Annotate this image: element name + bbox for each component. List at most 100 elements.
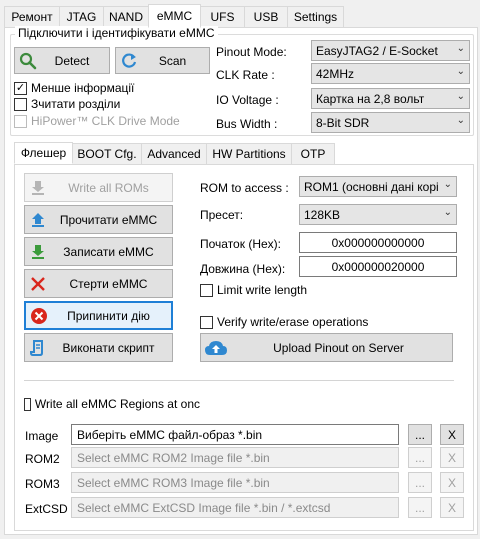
clk-select[interactable]: 42MHz ⌄ xyxy=(311,63,470,84)
rom3-browse-button[interactable]: ... xyxy=(408,472,432,493)
download-icon xyxy=(25,180,51,196)
pinout-value: EasyJTAG2 / E-Socket xyxy=(316,43,438,58)
rom-access-select[interactable]: ROM1 (основні дані корі ⌄ xyxy=(299,176,457,197)
length-input[interactable]: 0x000000020000 xyxy=(299,256,457,277)
extcsd-clear-button[interactable]: X xyxy=(440,497,464,518)
verify-label: Verify write/erase operations xyxy=(217,315,369,329)
tab-hw-partitions[interactable]: HW Partitions xyxy=(206,143,292,165)
rom-access-value: ROM1 (основні дані корі xyxy=(304,179,439,194)
scan-button[interactable]: Scan xyxy=(115,47,210,74)
cloud-upload-icon xyxy=(201,339,231,357)
upload-icon xyxy=(25,212,51,228)
tab-boot-cfg[interactable]: BOOT Cfg. xyxy=(72,143,142,165)
rom2-placeholder: Select eMMC ROM2 Image file *.bin xyxy=(77,450,270,465)
run-script-label: Виконати скрипт xyxy=(62,340,155,355)
rom2-clear-button[interactable]: X xyxy=(440,447,464,468)
tab-settings[interactable]: Settings xyxy=(287,6,344,28)
write-all-roms-button[interactable]: Write all ROMs xyxy=(24,173,173,202)
tab-label: Ремонт xyxy=(11,10,53,24)
extcsd-browse-button[interactable]: ... xyxy=(408,497,432,518)
download-icon xyxy=(25,244,51,260)
clk-label: CLK Rate : xyxy=(216,68,275,82)
extcsd-label: ExtCSD xyxy=(25,502,68,516)
tab-label: BOOT Cfg. xyxy=(77,147,137,161)
tab-label: JTAG xyxy=(66,10,97,24)
tab-label: Advanced xyxy=(147,147,201,161)
browse-label: ... xyxy=(414,427,425,442)
io-voltage-label: IO Voltage : xyxy=(216,93,279,107)
run-script-button[interactable]: Виконати скрипт xyxy=(24,333,173,362)
rom3-placeholder: Select eMMC ROM3 Image file *.bin xyxy=(77,475,270,490)
preset-label: Пресет: xyxy=(200,208,244,222)
chevron-down-icon: ⌄ xyxy=(456,91,465,102)
chevron-down-icon: ⌄ xyxy=(456,66,465,77)
tab-usb[interactable]: USB xyxy=(244,6,288,28)
tab-repair[interactable]: Ремонт xyxy=(4,6,60,28)
clear-label: X xyxy=(447,500,456,515)
rom3-path-input[interactable]: Select eMMC ROM3 Image file *.bin xyxy=(71,472,399,493)
hipower-label: HiPower™ CLK Drive Mode xyxy=(31,114,180,128)
preset-select[interactable]: 128KB ⌄ xyxy=(299,204,457,225)
length-label: Довжина (Hex): xyxy=(200,262,286,276)
verify-checkbox[interactable]: Verify write/erase operations xyxy=(200,315,368,329)
io-voltage-select[interactable]: Картка на 2,8 вольт ⌄ xyxy=(311,88,470,109)
limit-write-label: Limit write length xyxy=(217,283,308,297)
tab-label: UFS xyxy=(210,10,235,24)
check-icon: ✓ xyxy=(14,81,27,95)
rom-access-label: ROM to access : xyxy=(200,181,289,195)
image-browse-button[interactable]: ... xyxy=(408,424,432,445)
bus-width-value: 8-Bit SDR xyxy=(316,115,370,130)
erase-emmc-label: Стерти eMMC xyxy=(69,276,148,291)
hipower-checkbox[interactable]: HiPower™ CLK Drive Mode xyxy=(14,114,180,128)
image-path-value: Виберіть eMMC файл-образ *.bin xyxy=(77,427,263,442)
checkbox-box xyxy=(24,397,31,411)
image-path-input[interactable]: Виберіть eMMC файл-образ *.bin xyxy=(71,424,399,445)
stop-action-label: Припинити дію xyxy=(67,308,150,323)
limit-write-checkbox[interactable]: Limit write length xyxy=(200,283,307,297)
tab-ufs[interactable]: UFS xyxy=(200,6,245,28)
checkbox-box xyxy=(14,97,27,111)
tab-emmc[interactable]: eMMC xyxy=(148,4,201,28)
rom2-browse-button[interactable]: ... xyxy=(408,447,432,468)
tab-nand[interactable]: NAND xyxy=(103,6,149,28)
extcsd-placeholder: Select eMMC ExtCSD Image file *.bin / *.… xyxy=(77,500,331,515)
connect-group-title: Підключити і ідентифікувати eMMC xyxy=(15,26,218,40)
tab-label: USB xyxy=(253,10,279,24)
write-all-regions-checkbox[interactable]: Write all eMMC Regions at onc xyxy=(24,397,200,411)
write-emmc-label: Записати eMMC xyxy=(63,244,154,259)
erase-emmc-button[interactable]: Стерти eMMC xyxy=(24,269,173,298)
read-partitions-checkbox[interactable]: Зчитати розділи xyxy=(14,97,120,111)
write-emmc-button[interactable]: Записати eMMC xyxy=(24,237,173,266)
start-label: Початок (Hex): xyxy=(200,237,281,251)
tab-label: eMMC xyxy=(156,9,193,23)
start-value: 0x000000000000 xyxy=(331,235,425,250)
bus-width-label: Bus Width : xyxy=(216,117,278,131)
rom2-label: ROM2 xyxy=(25,452,60,466)
clear-label: X xyxy=(447,450,456,465)
rom2-path-input[interactable]: Select eMMC ROM2 Image file *.bin xyxy=(71,447,399,468)
tab-label: Флешер xyxy=(20,146,67,160)
tab-otp[interactable]: OTP xyxy=(291,143,335,165)
tab-label: NAND xyxy=(108,10,143,24)
clear-label: X xyxy=(447,475,456,490)
pinout-select[interactable]: EasyJTAG2 / E-Socket ⌄ xyxy=(311,40,470,61)
write-all-roms-label: Write all ROMs xyxy=(68,180,149,195)
image-clear-button[interactable]: X xyxy=(440,424,464,445)
less-info-checkbox[interactable]: ✓ Менше інформації xyxy=(14,81,134,95)
tab-flasher[interactable]: Флешер xyxy=(14,142,73,164)
rom3-clear-button[interactable]: X xyxy=(440,472,464,493)
clear-label: X xyxy=(447,427,456,442)
tab-advanced[interactable]: Advanced xyxy=(141,143,207,165)
script-icon xyxy=(25,339,51,357)
stop-action-button[interactable]: Припинити дію xyxy=(24,301,173,330)
detect-button[interactable]: Detect xyxy=(14,47,110,74)
upload-pinout-button[interactable]: Upload Pinout on Server xyxy=(200,333,453,362)
read-emmc-button[interactable]: Прочитати eMMC xyxy=(24,205,173,234)
chevron-down-icon: ⌄ xyxy=(456,115,465,126)
start-input[interactable]: 0x000000000000 xyxy=(299,232,457,253)
extcsd-path-input[interactable]: Select eMMC ExtCSD Image file *.bin / *.… xyxy=(71,497,399,518)
bus-width-select[interactable]: 8-Bit SDR ⌄ xyxy=(311,112,470,133)
checkbox-box xyxy=(14,114,27,128)
search-icon xyxy=(15,52,41,70)
tab-jtag[interactable]: JTAG xyxy=(59,6,104,28)
